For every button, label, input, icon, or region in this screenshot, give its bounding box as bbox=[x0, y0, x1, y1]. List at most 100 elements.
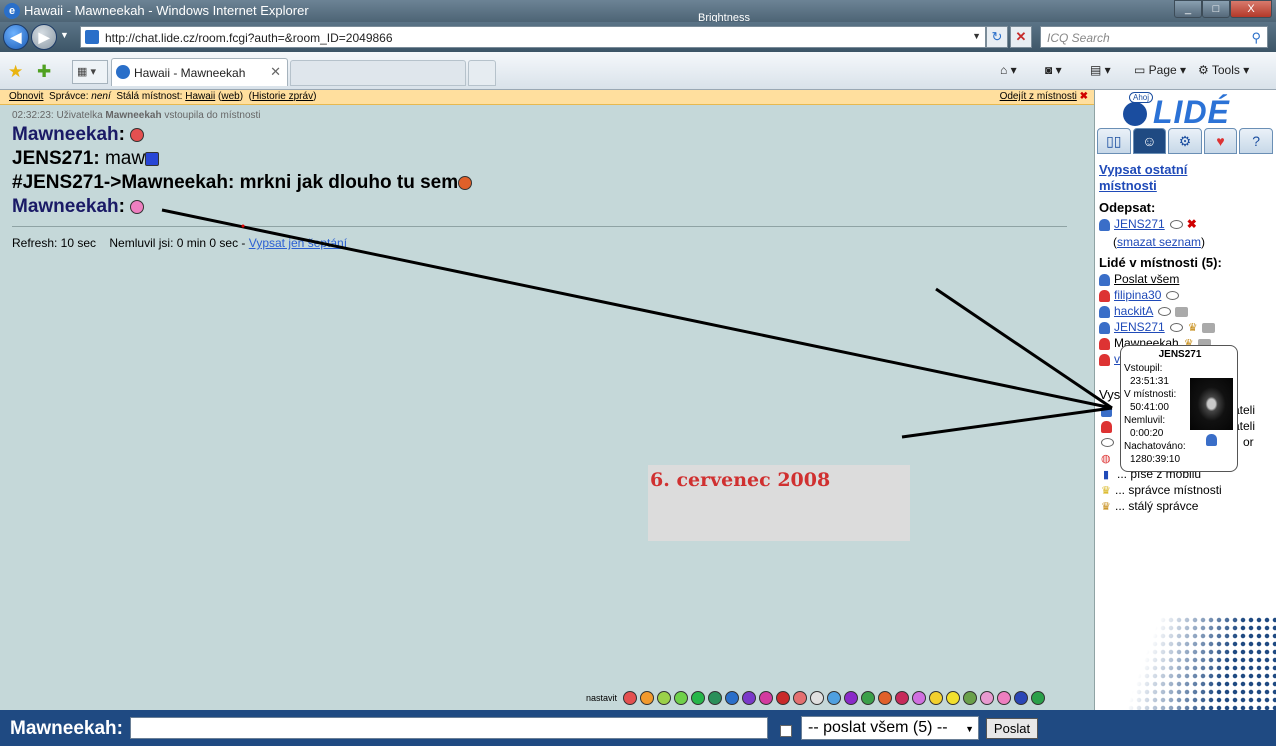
send-all-link[interactable]: Poslat všem bbox=[1114, 272, 1179, 286]
people-icon[interactable]: ☺ bbox=[1132, 128, 1167, 154]
legend-text: ... správce místnosti bbox=[1115, 483, 1222, 497]
refresh-interval: Refresh: 10 sec bbox=[12, 236, 97, 250]
camera-icon[interactable] bbox=[1175, 306, 1189, 317]
unsubscribed-user-link[interactable]: JENS271 bbox=[1114, 217, 1165, 231]
recipient-select[interactable]: -- poslat všem (5) -- ▼ bbox=[801, 716, 979, 740]
emoticon-icon[interactable] bbox=[912, 690, 927, 705]
user-link[interactable]: JENS271 bbox=[1114, 320, 1165, 334]
forward-button[interactable]: ▶ bbox=[31, 24, 57, 50]
tab-hawaii[interactable]: Hawaii - Mawneekah ✕ bbox=[111, 58, 288, 86]
chat-bubble-icon[interactable] bbox=[1169, 220, 1183, 230]
chevron-down-icon[interactable]: ▼ bbox=[965, 724, 974, 734]
emoticon-icon[interactable] bbox=[691, 690, 706, 705]
emoticon-icon[interactable] bbox=[725, 690, 740, 705]
emoticon-icon[interactable] bbox=[997, 690, 1012, 705]
settings-icon[interactable]: ⚙ bbox=[1168, 128, 1202, 154]
refresh-link[interactable]: Obnovit bbox=[9, 91, 43, 102]
history-dropdown-icon[interactable]: ▼ bbox=[60, 30, 69, 40]
feeds-icon[interactable]: ◙ ▾ bbox=[1045, 63, 1062, 77]
legend-row: ♛ ... správce místnosti bbox=[1101, 483, 1222, 497]
permanent-room-link[interactable]: Hawaii bbox=[185, 91, 215, 102]
emoticon-icon[interactable] bbox=[929, 690, 944, 705]
emoticon-icon[interactable] bbox=[776, 690, 791, 705]
emoticon-icon[interactable] bbox=[742, 690, 757, 705]
minimize-button[interactable]: _ bbox=[1174, 0, 1202, 18]
message-nick[interactable]: #JENS271->Mawneekah bbox=[12, 172, 228, 193]
emoticon-icon[interactable] bbox=[793, 690, 808, 705]
female-user-icon bbox=[1099, 289, 1110, 302]
message-text: mrkni jak dlouho tu sem bbox=[239, 172, 459, 193]
legend-text: ... stálý správce bbox=[1115, 499, 1199, 513]
search-input[interactable]: ICQ Search ⚲ bbox=[1040, 26, 1268, 48]
camera-icon[interactable] bbox=[1201, 322, 1215, 333]
chat-bubble-icon[interactable] bbox=[1166, 291, 1180, 301]
ie-logo-icon: e bbox=[4, 3, 20, 19]
emoticon-icon[interactable] bbox=[657, 690, 672, 705]
history-link[interactable]: Historie zpráv bbox=[252, 91, 313, 102]
web-link[interactable]: web bbox=[221, 91, 239, 102]
user-link[interactable]: filipina30 bbox=[1114, 288, 1161, 302]
emoticon-icon[interactable] bbox=[827, 690, 842, 705]
emoticon-icon[interactable] bbox=[708, 690, 723, 705]
emoticon-icon[interactable] bbox=[895, 690, 910, 705]
leave-room-icon[interactable]: ✖ bbox=[1080, 91, 1088, 102]
address-url[interactable]: http://chat.lide.cz/room.fcgi?auth=&room… bbox=[105, 31, 393, 45]
book-icon[interactable]: ▯▯ bbox=[1097, 128, 1131, 154]
chat-message: Mawneekah: bbox=[12, 124, 145, 146]
emoticon-icon[interactable] bbox=[980, 690, 995, 705]
emoticon-icon[interactable] bbox=[640, 690, 655, 705]
print-icon[interactable]: ▤ ▾ bbox=[1090, 63, 1111, 77]
emoticon-icon[interactable] bbox=[878, 690, 893, 705]
remove-icon[interactable]: ✖ bbox=[1187, 217, 1197, 231]
hearts-icon[interactable]: ♥ bbox=[1203, 128, 1238, 154]
emoticon-icon[interactable] bbox=[946, 690, 961, 705]
lide-logo[interactable]: Ahoj LIDÉ bbox=[1119, 92, 1269, 130]
emoticon-icon[interactable] bbox=[861, 690, 876, 705]
emoticon-icon[interactable] bbox=[963, 690, 978, 705]
tools-menu[interactable]: ⚙ Tools ▾ bbox=[1198, 63, 1249, 77]
clear-list-link[interactable]: smazat seznam bbox=[1117, 235, 1201, 249]
admin-crown-icon: ♛ bbox=[1101, 485, 1111, 497]
favorites-star-icon[interactable]: ★ bbox=[8, 62, 23, 82]
close-window-button[interactable]: X bbox=[1230, 0, 1272, 18]
stop-button[interactable]: ✕ bbox=[1010, 26, 1032, 48]
add-favorite-icon[interactable]: ✚ bbox=[37, 62, 51, 82]
crown-icon: ♛ bbox=[1187, 321, 1198, 334]
emoticon-icon[interactable] bbox=[623, 690, 638, 705]
tab-empty[interactable] bbox=[290, 60, 466, 86]
new-tab-button[interactable] bbox=[468, 60, 496, 86]
tab-close-icon[interactable]: ✕ bbox=[270, 64, 281, 80]
user-link[interactable]: hackitA bbox=[1114, 304, 1153, 318]
send-button[interactable]: Poslat bbox=[986, 718, 1038, 739]
message-nick[interactable]: Mawneekah bbox=[12, 124, 119, 145]
back-button[interactable]: ◀ bbox=[3, 24, 29, 50]
leave-room-link[interactable]: Odejít z místnosti bbox=[1000, 91, 1077, 102]
whisper-only-link[interactable]: Vypsat jen šeptání bbox=[249, 236, 347, 250]
chat-bubble-icon[interactable] bbox=[1158, 307, 1172, 317]
chat-bubble-icon[interactable] bbox=[1169, 323, 1183, 333]
admin-label: Správce: bbox=[49, 91, 89, 102]
home-icon[interactable]: ⌂ ▾ bbox=[1000, 63, 1017, 77]
emoticon-icon[interactable] bbox=[674, 690, 689, 705]
list-other-rooms-link[interactable]: Vypsat ostatní místnosti bbox=[1099, 162, 1219, 194]
message-nick[interactable]: Mawneekah bbox=[12, 196, 119, 217]
quick-tabs-button[interactable]: ▦ ▾ bbox=[72, 60, 108, 84]
refresh-button[interactable]: ↻ bbox=[986, 26, 1008, 48]
address-dropdown-icon[interactable]: ▼ bbox=[972, 31, 981, 41]
emoticon-icon[interactable] bbox=[759, 690, 774, 705]
emoticon-settings-link[interactable]: nastavit bbox=[586, 693, 617, 703]
search-icon[interactable]: ⚲ bbox=[1251, 30, 1261, 46]
emoticon-icon[interactable] bbox=[810, 690, 825, 705]
address-input[interactable]: http://chat.lide.cz/room.fcgi?auth=&room… bbox=[80, 26, 986, 48]
emoticon-icon[interactable] bbox=[1031, 690, 1046, 705]
page-menu[interactable]: ▭ Page ▾ bbox=[1134, 63, 1186, 77]
emoticon-icon[interactable] bbox=[1014, 690, 1029, 705]
message-input[interactable] bbox=[130, 717, 768, 739]
message-nick[interactable]: JENS271 bbox=[12, 148, 93, 169]
help-icon[interactable]: ? bbox=[1239, 128, 1273, 154]
room-info-bar: Obnovit Správce: není Stálá místnost: Ha… bbox=[0, 90, 1094, 105]
maximize-button[interactable]: □ bbox=[1202, 0, 1230, 18]
whisper-checkbox[interactable] bbox=[780, 725, 792, 737]
emoticon-icon[interactable] bbox=[844, 690, 859, 705]
system-suffix: vstoupila do místnosti bbox=[164, 110, 261, 121]
